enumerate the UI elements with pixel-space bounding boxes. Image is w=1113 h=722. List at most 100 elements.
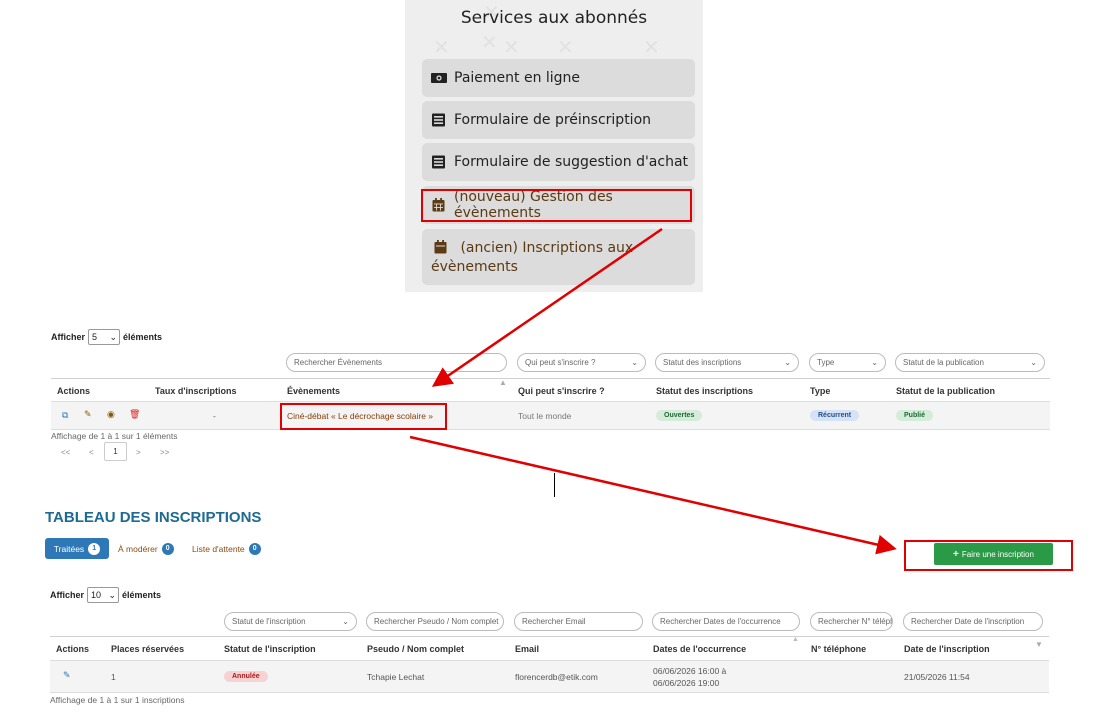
events-length-select[interactable]: 5 ⌄	[88, 329, 121, 345]
list-icon	[432, 155, 445, 169]
events-info: Affichage de 1 à 1 sur 1 éléments	[51, 431, 178, 441]
tab-liste-attente[interactable]: Liste d'attente 0	[192, 543, 261, 555]
table-divider	[50, 636, 1049, 637]
background-pattern: ✕	[643, 35, 660, 59]
column-header-places[interactable]: Places réservées	[111, 644, 184, 654]
pager-prev[interactable]: <	[89, 448, 94, 457]
column-header-actions[interactable]: Actions	[57, 386, 90, 396]
list-icon	[432, 113, 445, 127]
service-preinscription-button[interactable]: Formulaire de préinscription	[422, 101, 695, 139]
chevron-down-icon: ⌄	[342, 617, 349, 626]
dates-cell-end: 06/06/2026 19:00	[653, 678, 720, 688]
search-pseudo-input[interactable]: Rechercher Pseudo / Nom complet	[366, 612, 504, 631]
money-icon	[431, 73, 447, 83]
tab-label: Traitées	[53, 543, 85, 554]
pager-next[interactable]: >	[136, 448, 141, 457]
text-cursor	[554, 473, 555, 497]
inscription-status-select[interactable]: Statut de l'inscription ⌄	[224, 612, 357, 631]
email-cell: florencerdb@etik.com	[515, 672, 598, 682]
service-suggestion-button[interactable]: Formulaire de suggestion d'achat	[422, 143, 695, 181]
chevron-down-icon: ⌄	[108, 589, 117, 600]
service-label: Formulaire de suggestion d'achat	[454, 154, 689, 170]
edit-icon[interactable]: ✎	[84, 410, 92, 420]
placeholder: Statut de l'inscription	[232, 617, 306, 626]
column-header-dates[interactable]: Dates de l'occurrence	[653, 644, 746, 654]
chevron-down-icon: ⌄	[631, 358, 638, 367]
sort-icon: ▲	[792, 636, 799, 643]
tab-label: Liste d'attente	[192, 544, 245, 554]
services-title: Services aux abonnés	[460, 8, 648, 28]
length-label: Afficher	[50, 590, 85, 600]
highlight-box-event-link	[280, 403, 447, 430]
status-badge: Ouvertes	[656, 410, 703, 421]
search-events-input[interactable]: Rechercher Évènements	[286, 353, 507, 372]
pager-current[interactable]: 1	[104, 442, 127, 461]
events-length-control: Afficher 5 ⌄ éléments	[51, 329, 162, 345]
column-header-date-inscription[interactable]: Date de l'inscription	[904, 644, 990, 654]
tab-a-moderer[interactable]: À modérer 0	[118, 543, 174, 555]
column-header-type[interactable]: Type	[810, 386, 830, 396]
publication-filter-select[interactable]: Statut de la publication ⌄	[895, 353, 1045, 372]
background-pattern: ✕	[481, 30, 498, 54]
placeholder: Rechercher Évènements	[294, 358, 383, 367]
service-inscriptions-evenements-button[interactable]: (ancien) Inscriptions aux évènements	[422, 229, 695, 285]
count-badge: 0	[248, 543, 261, 555]
who-filter-select[interactable]: Qui peut s'inscrire ? ⌄	[517, 353, 646, 372]
tab-label: À modérer	[118, 544, 158, 554]
edit-icon[interactable]: ✎	[63, 671, 71, 681]
column-header-email[interactable]: Email	[515, 644, 539, 654]
placeholder: Type	[817, 358, 835, 367]
column-header-who[interactable]: Qui peut s'inscrire ?	[518, 386, 605, 396]
sort-desc-icon: ▼	[1035, 640, 1043, 649]
status-badge: Annulée	[224, 671, 268, 682]
status-filter-select[interactable]: Statut des inscriptions ⌄	[655, 353, 799, 372]
highlight-box-faire-inscription	[904, 540, 1073, 571]
placeholder: Rechercher Pseudo / Nom complet	[374, 617, 499, 626]
length-label: éléments	[122, 590, 162, 600]
trash-icon[interactable]: 🗑	[129, 410, 140, 420]
highlight-box-gestion-evenements	[421, 189, 692, 222]
places-cell: 1	[111, 672, 116, 682]
column-header-actions[interactable]: Actions	[56, 644, 89, 654]
arrow-to-inscription-button	[409, 435, 897, 555]
date-inscription-cell: 21/05/2026 11:54	[904, 672, 970, 682]
column-header-status[interactable]: Statut des inscriptions	[656, 386, 753, 396]
publication-badge: Publié	[896, 410, 934, 421]
count-badge: 1	[88, 542, 101, 555]
service-label: (ancien) Inscriptions aux évènements	[431, 240, 634, 275]
placeholder: Statut des inscriptions	[663, 358, 742, 367]
chevron-down-icon: ⌄	[109, 331, 118, 342]
background-pattern: ✕	[433, 35, 450, 59]
length-label: Afficher	[51, 332, 86, 342]
column-header-status[interactable]: Statut de l'inscription	[224, 644, 316, 654]
inscriptions-length-select[interactable]: 10 ⌄	[87, 587, 120, 603]
placeholder: Rechercher Dates de l'occurrence	[660, 617, 781, 626]
type-filter-select[interactable]: Type ⌄	[809, 353, 886, 372]
column-header-pseudo[interactable]: Pseudo / Nom complet	[367, 644, 464, 654]
sort-icon: ▲	[499, 378, 507, 387]
search-email-input[interactable]: Rechercher Email	[514, 612, 643, 631]
placeholder: Statut de la publication	[903, 358, 984, 367]
rate-cell: -	[213, 411, 216, 421]
pager-first[interactable]: <<	[61, 448, 70, 457]
search-phone-input[interactable]: Rechercher N° téléphone	[810, 612, 893, 631]
column-header-phone[interactable]: N° téléphone	[811, 644, 866, 654]
service-paiement-button[interactable]: Paiement en ligne	[422, 59, 695, 97]
column-header-events[interactable]: Évènements	[287, 386, 340, 396]
calendar-check-icon	[434, 240, 447, 254]
view-icon[interactable]: ◉	[107, 410, 115, 420]
length-value: 5	[92, 332, 98, 342]
table-divider	[51, 378, 1050, 379]
chevron-down-icon: ⌄	[784, 358, 791, 367]
pager-last[interactable]: >>	[160, 448, 169, 457]
column-header-rate[interactable]: Taux d'inscriptions	[155, 386, 236, 396]
placeholder: Rechercher Date de l'inscription	[911, 617, 1025, 626]
tab-traitees[interactable]: Traitées 1	[45, 538, 109, 559]
services-panel: ✕ ✕ ✕ ✕ ✕ ✕ Services aux abonnés Paiemen…	[405, 0, 703, 292]
inscriptions-length-control: Afficher 10 ⌄ éléments	[50, 587, 161, 603]
search-date-inscription-input[interactable]: Rechercher Date de l'inscription	[903, 612, 1043, 631]
search-dates-input[interactable]: Rechercher Dates de l'occurrence	[652, 612, 800, 631]
placeholder: Rechercher N° téléphone	[818, 617, 892, 626]
copy-icon[interactable]: ⧉	[62, 411, 68, 421]
column-header-publication[interactable]: Statut de la publication	[896, 386, 995, 396]
